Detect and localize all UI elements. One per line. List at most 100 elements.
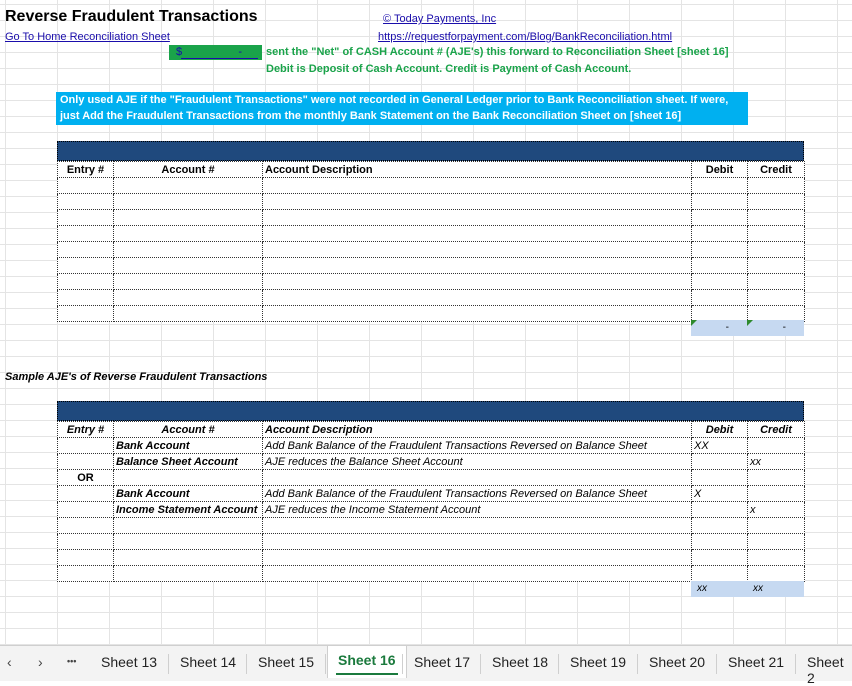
table-cell[interactable] [113, 305, 263, 322]
table-cell-account[interactable] [113, 549, 263, 566]
sheet-tab-sheet-16[interactable]: Sheet 16 [327, 646, 407, 678]
table-cell[interactable] [262, 225, 692, 242]
table-cell-entry[interactable] [57, 485, 114, 502]
table-cell[interactable] [691, 273, 748, 290]
sheet-tab-sheet-19[interactable]: Sheet 19 [570, 654, 626, 670]
table-cell-debit[interactable]: X [691, 485, 748, 502]
table-cell[interactable] [57, 257, 114, 274]
table-cell-credit[interactable] [747, 469, 805, 486]
sheet-tab-sheet-13[interactable]: Sheet 13 [101, 654, 157, 670]
url-link[interactable]: https://requestforpayment.com/Blog/BankR… [378, 31, 672, 43]
sheet-tab-sheet-14[interactable]: Sheet 14 [180, 654, 236, 670]
table-cell[interactable] [113, 193, 263, 210]
table-cell[interactable] [747, 177, 805, 194]
table-cell[interactable] [57, 289, 114, 306]
table-cell[interactable] [113, 241, 263, 258]
table-cell[interactable] [262, 209, 692, 226]
more-tabs-icon[interactable]: ••• [67, 656, 76, 666]
table-cell-debit[interactable] [691, 469, 748, 486]
table-cell-entry[interactable]: OR [57, 469, 114, 486]
table-cell-description[interactable]: Add Bank Balance of the Fraudulent Trans… [262, 437, 692, 454]
spreadsheet-grid[interactable]: Reverse Fraudulent Transactions Go To Ho… [0, 0, 852, 645]
table-cell-debit[interactable] [691, 517, 748, 534]
table-cell[interactable] [113, 177, 263, 194]
table-cell-entry[interactable] [57, 517, 114, 534]
table-cell-entry[interactable] [57, 437, 114, 454]
table-cell-debit[interactable] [691, 533, 748, 550]
table-cell[interactable] [691, 257, 748, 274]
company-link[interactable]: © Today Payments, Inc [383, 13, 496, 25]
table-cell[interactable] [113, 257, 263, 274]
table-cell-account[interactable] [113, 533, 263, 550]
table-cell[interactable] [262, 257, 692, 274]
table-cell-debit[interactable] [691, 453, 748, 470]
table-cell-credit[interactable] [747, 549, 805, 566]
table-cell-entry[interactable] [57, 501, 114, 518]
table-cell-entry[interactable] [57, 533, 114, 550]
table2-credit-total[interactable]: xx [747, 581, 804, 597]
sheet-tab-sheet-18[interactable]: Sheet 18 [492, 654, 548, 670]
table-cell-account[interactable]: Income Statement Account [113, 501, 263, 518]
table-cell[interactable] [262, 289, 692, 306]
table-cell[interactable] [747, 193, 805, 210]
table-cell-account[interactable] [113, 565, 263, 582]
table-cell-credit[interactable]: xx [747, 453, 805, 470]
table-cell-credit[interactable] [747, 533, 805, 550]
table-cell-description[interactable] [262, 469, 692, 486]
table-cell-description[interactable] [262, 517, 692, 534]
sheet-tab-sheet-17[interactable]: Sheet 17 [414, 654, 470, 670]
table-cell[interactable] [57, 305, 114, 322]
table-cell[interactable] [57, 273, 114, 290]
table-cell-entry[interactable] [57, 453, 114, 470]
table-cell[interactable] [747, 225, 805, 242]
home-link[interactable]: Go To Home Reconciliation Sheet [5, 31, 170, 43]
table-cell[interactable] [262, 273, 692, 290]
table-cell[interactable] [262, 241, 692, 258]
table-cell-description[interactable]: Add Bank Balance of the Fraudulent Trans… [262, 485, 692, 502]
table-cell[interactable] [113, 289, 263, 306]
table-cell-description[interactable] [262, 565, 692, 582]
table-cell-credit[interactable] [747, 517, 805, 534]
table-cell-debit[interactable] [691, 501, 748, 518]
table-cell[interactable] [747, 257, 805, 274]
table-cell[interactable] [691, 193, 748, 210]
table1-credit-total[interactable]: - [747, 320, 804, 336]
table-cell[interactable] [57, 225, 114, 242]
sheet-tab-sheet-20[interactable]: Sheet 20 [649, 654, 705, 670]
table-cell-credit[interactable] [747, 565, 805, 582]
table-cell[interactable] [113, 225, 263, 242]
table-cell-account[interactable]: Balance Sheet Account [113, 453, 263, 470]
table-cell-credit[interactable] [747, 485, 805, 502]
table-cell-account[interactable] [113, 517, 263, 534]
table-cell-entry[interactable] [57, 565, 114, 582]
table-cell[interactable] [113, 209, 263, 226]
table-cell[interactable] [691, 241, 748, 258]
sheet-tab-sheet-21[interactable]: Sheet 21 [728, 654, 784, 670]
table-cell-description[interactable] [262, 533, 692, 550]
table-cell-credit[interactable]: x [747, 501, 805, 518]
table-cell-debit[interactable]: XX [691, 437, 748, 454]
table-cell[interactable] [691, 177, 748, 194]
table-cell[interactable] [747, 209, 805, 226]
table-cell[interactable] [691, 209, 748, 226]
table-cell[interactable] [57, 193, 114, 210]
table-cell[interactable] [691, 289, 748, 306]
table2-debit-total[interactable]: xx [691, 581, 747, 597]
chevron-right-icon[interactable]: › [38, 654, 43, 670]
table-cell[interactable] [57, 209, 114, 226]
table-cell-debit[interactable] [691, 549, 748, 566]
table-cell-description[interactable]: AJE reduces the Income Statement Account [262, 501, 692, 518]
table-cell-debit[interactable] [691, 565, 748, 582]
table-cell-account[interactable]: Bank Account [113, 437, 263, 454]
table-cell[interactable] [262, 305, 692, 322]
table-cell-credit[interactable] [747, 437, 805, 454]
table-cell[interactable] [262, 177, 692, 194]
net-cash-cell[interactable]: $ - [169, 45, 262, 60]
table-cell[interactable] [691, 225, 748, 242]
table-cell-account[interactable]: Bank Account [113, 485, 263, 502]
table-cell[interactable] [113, 273, 263, 290]
table-cell[interactable] [57, 241, 114, 258]
table-cell[interactable] [747, 273, 805, 290]
sheet-tab-sheet-15[interactable]: Sheet 15 [258, 654, 314, 670]
table-cell[interactable] [747, 289, 805, 306]
